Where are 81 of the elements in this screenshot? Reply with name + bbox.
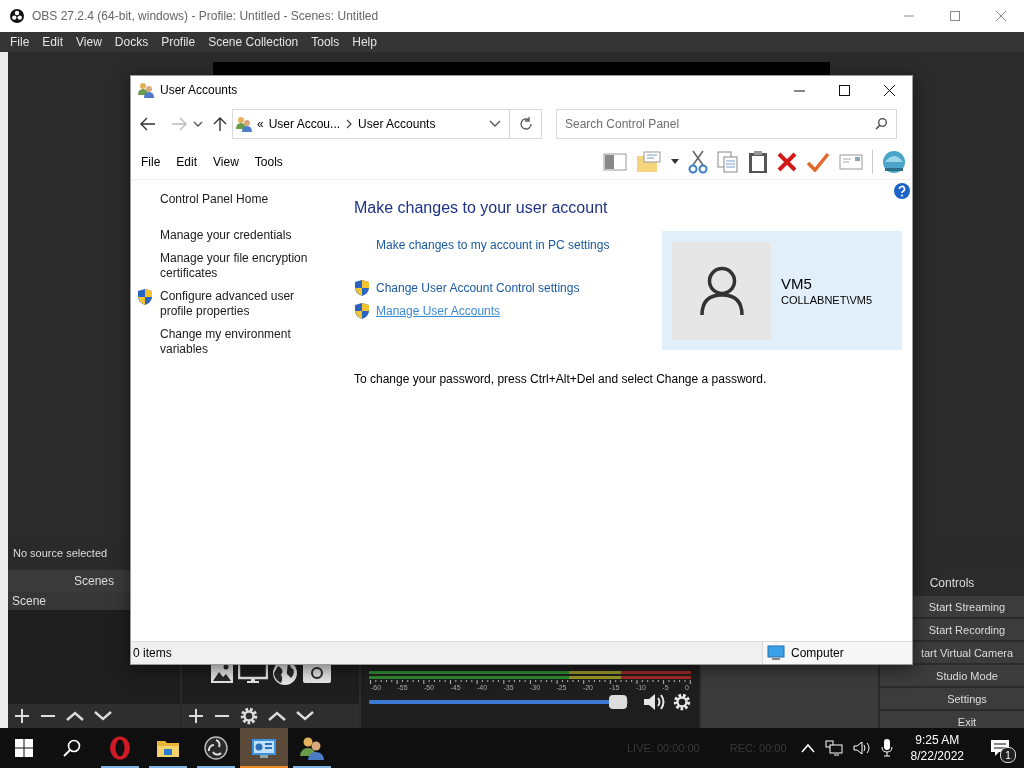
sidebar-link[interactable]: Manage your file encryption certificates bbox=[160, 251, 323, 281]
plus-icon[interactable] bbox=[188, 708, 204, 724]
monitor-chart-icon bbox=[251, 737, 277, 759]
notification-badge: 1 bbox=[1000, 747, 1016, 763]
clock-time[interactable]: 9:25 AM bbox=[915, 732, 960, 748]
help-icon[interactable] bbox=[894, 183, 910, 199]
link[interactable]: Manage User Accounts bbox=[376, 303, 501, 319]
users-icon bbox=[138, 82, 154, 98]
search-field[interactable]: Search Control Panel bbox=[556, 109, 897, 139]
chevron-right-icon bbox=[345, 119, 354, 129]
control-button[interactable]: Exit bbox=[880, 711, 1024, 728]
windows-icon bbox=[15, 739, 33, 757]
menu-item[interactable]: Edit bbox=[42, 35, 64, 49]
settings-icon[interactable] bbox=[240, 707, 258, 725]
sidebar-link[interactable]: Control Panel Home bbox=[160, 192, 323, 207]
location-label: Computer bbox=[791, 646, 844, 660]
menu-item[interactable]: Tools bbox=[254, 154, 283, 169]
menu-item[interactable]: Help bbox=[352, 35, 377, 49]
sidebar-link[interactable]: Change my environment variables bbox=[160, 327, 323, 357]
pane-icon[interactable] bbox=[603, 152, 627, 171]
search-icon bbox=[63, 739, 81, 757]
breadcrumb[interactable]: User Accou... bbox=[268, 117, 341, 131]
account-name: COLLABNET\VM5 bbox=[781, 294, 873, 306]
search-icon[interactable] bbox=[875, 118, 887, 130]
scissors-icon[interactable] bbox=[688, 149, 708, 174]
menu-item[interactable]: View bbox=[213, 154, 239, 169]
microphone-icon[interactable] bbox=[880, 739, 893, 757]
item-count: 0 items bbox=[132, 646, 173, 660]
clipboard-icon[interactable] bbox=[748, 149, 768, 174]
menu-item[interactable]: Tools bbox=[311, 35, 340, 49]
refresh-icon bbox=[518, 117, 533, 131]
link[interactable]: Make changes to my account in PC settings bbox=[376, 237, 610, 253]
up-icon[interactable] bbox=[213, 116, 227, 132]
caret-icon[interactable] bbox=[193, 120, 203, 128]
checkmark-icon[interactable] bbox=[806, 151, 830, 172]
sidebar-link[interactable]: Manage your credentials bbox=[160, 228, 323, 243]
control-button[interactable]: Studio Mode bbox=[880, 665, 1024, 686]
globe-icon[interactable] bbox=[882, 149, 906, 174]
menu-item[interactable]: Scene Collection bbox=[208, 35, 299, 49]
folder-icon bbox=[156, 738, 180, 758]
caret-icon[interactable] bbox=[489, 120, 501, 128]
volume-icon[interactable] bbox=[852, 740, 871, 756]
refresh-button[interactable] bbox=[510, 109, 542, 139]
menu-item[interactable]: View bbox=[76, 35, 102, 49]
breadcrumb-overflow[interactable]: « bbox=[257, 117, 264, 131]
plus-icon[interactable] bbox=[14, 708, 30, 724]
status-text: No source selected bbox=[13, 546, 108, 559]
breadcrumb[interactable]: User Accounts bbox=[358, 117, 436, 131]
network-icon[interactable] bbox=[824, 740, 843, 756]
settings-icon[interactable] bbox=[673, 693, 691, 711]
ring-icon bbox=[109, 736, 131, 760]
menu-item[interactable]: Edit bbox=[176, 154, 198, 169]
close-icon[interactable] bbox=[884, 84, 895, 96]
hint-text: To change your password, press Ctrl+Alt+Del and select Change a password. bbox=[354, 372, 768, 386]
aperture-icon bbox=[204, 736, 228, 760]
taskbar-button[interactable] bbox=[240, 728, 288, 768]
cross-icon[interactable] bbox=[777, 151, 797, 172]
window-title: User Accounts bbox=[160, 83, 239, 97]
users-icon bbox=[299, 736, 325, 760]
window-title: OBS 27.2.4 (64-bit, windows) - Profile: Untitled - Scenes: Untitled bbox=[32, 9, 380, 23]
caret-icon[interactable] bbox=[671, 158, 679, 165]
chevron-up-icon[interactable] bbox=[800, 743, 815, 753]
menu-item[interactable]: File bbox=[141, 154, 161, 169]
slider-thumb[interactable] bbox=[608, 695, 627, 709]
user-name: VM5 bbox=[781, 275, 813, 292]
address-bar[interactable]: « User Accou... User Accounts bbox=[232, 109, 510, 139]
menu-item[interactable]: Docks bbox=[114, 35, 149, 49]
menu-item[interactable]: Profile bbox=[161, 35, 196, 49]
control-button[interactable]: Settings bbox=[880, 688, 1024, 709]
maximize-icon[interactable] bbox=[839, 84, 850, 96]
users-icon bbox=[236, 116, 252, 132]
monitor-icon bbox=[767, 645, 785, 661]
page-heading: Make changes to your user account bbox=[354, 199, 609, 217]
menu-item[interactable]: File bbox=[10, 35, 30, 49]
aperture-icon bbox=[10, 9, 24, 23]
link[interactable]: Change User Account Control settings bbox=[376, 280, 580, 296]
back-icon[interactable] bbox=[140, 117, 156, 131]
sidebar-link[interactable]: Configure advanced user profile properties bbox=[160, 289, 323, 319]
clock-date[interactable]: 8/22/2022 bbox=[910, 748, 964, 764]
person-icon bbox=[698, 265, 745, 316]
speaker-icon[interactable] bbox=[643, 692, 667, 712]
